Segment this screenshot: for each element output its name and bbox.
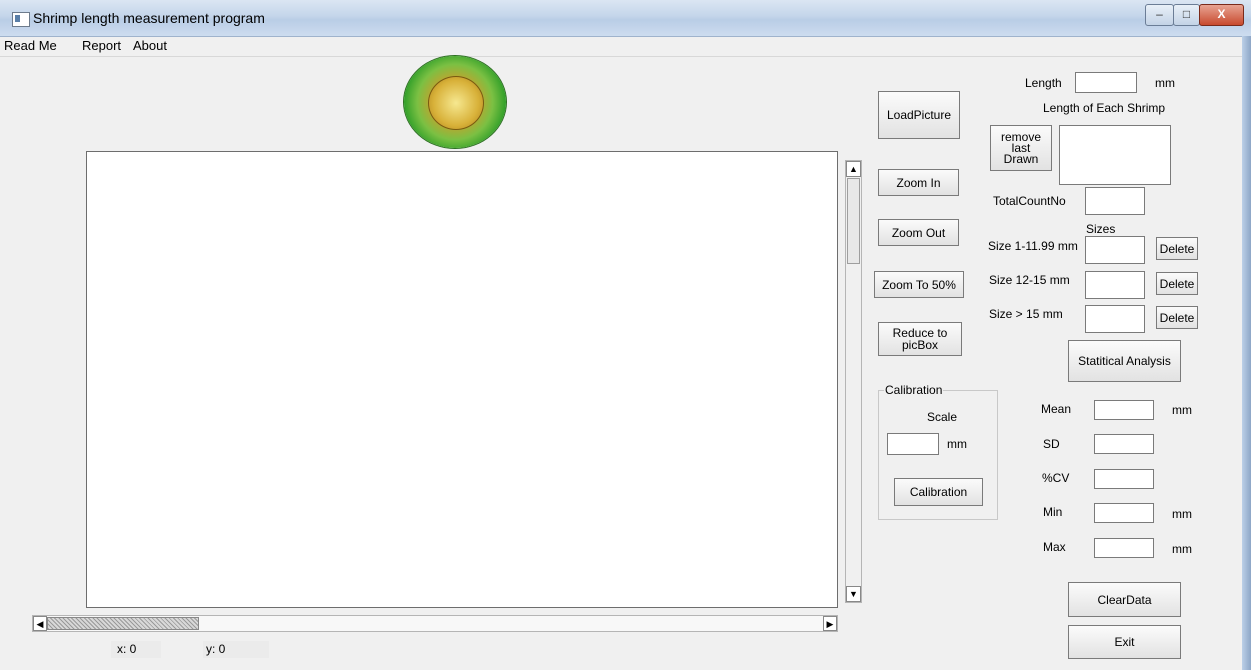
total-count-input[interactable] xyxy=(1085,187,1145,215)
scale-unit: mm xyxy=(947,437,967,451)
sd-label: SD xyxy=(1043,437,1060,451)
length-input[interactable] xyxy=(1075,72,1137,93)
size-medium-delete-button[interactable]: Delete xyxy=(1156,272,1198,295)
exit-button[interactable]: Exit xyxy=(1068,625,1181,659)
app-window-icon xyxy=(12,12,30,27)
length-unit: mm xyxy=(1155,76,1175,90)
vertical-scroll-thumb[interactable] xyxy=(847,178,860,264)
vertical-scrollbar[interactable]: ▲ ▼ xyxy=(845,160,862,603)
x-coordinate-label: x: 0 xyxy=(117,642,137,656)
size-small-label: Size 1-11.99 mm xyxy=(988,239,1078,253)
sizes-heading: Sizes xyxy=(1086,222,1116,236)
horizontal-scroll-thumb[interactable] xyxy=(47,617,199,630)
length-each-shrimp-label: Length of Each Shrimp xyxy=(1043,101,1166,115)
size-medium-input[interactable] xyxy=(1085,271,1145,299)
zoom-to-50-label: Zoom To 50% xyxy=(882,277,956,292)
length-label: Length xyxy=(1025,76,1062,90)
mean-input[interactable] xyxy=(1094,400,1154,420)
menu-bar xyxy=(0,37,1251,57)
length-each-shrimp-list[interactable] xyxy=(1059,125,1171,185)
scale-label: Scale xyxy=(927,410,958,424)
size-large-label: Size > 15 mm xyxy=(989,307,1063,321)
max-unit: mm xyxy=(1172,542,1192,556)
scroll-left-arrow[interactable]: ◀ xyxy=(33,616,47,631)
close-button[interactable]: X xyxy=(1199,4,1244,26)
calibration-button[interactable]: Calibration xyxy=(894,478,983,506)
menu-report[interactable]: Report xyxy=(82,38,121,53)
scale-input[interactable] xyxy=(887,433,939,455)
clear-data-button[interactable]: ClearData xyxy=(1068,582,1181,617)
max-label: Max xyxy=(1043,540,1066,554)
size-medium-label: Size 12-15 mm xyxy=(989,273,1070,287)
min-unit: mm xyxy=(1172,507,1192,521)
size-small-input[interactable] xyxy=(1085,236,1145,264)
scroll-down-arrow[interactable]: ▼ xyxy=(846,586,861,602)
sd-input[interactable] xyxy=(1094,434,1154,454)
zoom-in-button[interactable]: Zoom In xyxy=(878,169,959,196)
zoom-to-50-button[interactable]: Zoom To 50% xyxy=(874,271,964,298)
window-right-border xyxy=(1242,36,1251,670)
y-coordinate-label: y: 0 xyxy=(206,642,226,656)
max-input[interactable] xyxy=(1094,538,1154,558)
cv-input[interactable] xyxy=(1094,469,1154,489)
zoom-out-button[interactable]: Zoom Out xyxy=(878,219,959,246)
load-picture-button[interactable]: LoadPicture xyxy=(878,91,960,139)
picture-box[interactable] xyxy=(86,151,838,608)
reduce-to-picbox-button[interactable]: Reduce to picBox xyxy=(878,322,962,356)
reduce-label-line2: picBox xyxy=(901,338,939,352)
mean-unit: mm xyxy=(1172,403,1192,417)
calibration-group-label: Calibration xyxy=(884,383,944,397)
min-input[interactable] xyxy=(1094,503,1154,523)
cv-label: %CV xyxy=(1042,471,1070,485)
size-large-input[interactable] xyxy=(1085,305,1145,333)
remove-label-line3: Drawn xyxy=(1003,151,1039,166)
minimize-button[interactable]: – xyxy=(1145,4,1174,26)
scroll-up-arrow[interactable]: ▲ xyxy=(846,161,861,177)
seal-emblem-icon xyxy=(428,76,484,130)
menu-read-me[interactable]: Read Me xyxy=(4,38,57,53)
window-title: Shrimp length measurement program xyxy=(33,10,265,26)
mean-label: Mean xyxy=(1041,402,1072,416)
statistical-analysis-button[interactable]: Statitical Analysis xyxy=(1068,340,1181,382)
remove-last-drawn-button[interactable]: remove last Drawn xyxy=(990,125,1052,171)
min-label: Min xyxy=(1043,505,1063,519)
horizontal-scrollbar[interactable]: ◀ ▶ xyxy=(32,615,838,632)
maximize-button[interactable]: □ xyxy=(1173,4,1200,26)
scroll-right-arrow[interactable]: ▶ xyxy=(823,616,837,631)
menu-about[interactable]: About xyxy=(133,38,167,53)
size-large-delete-button[interactable]: Delete xyxy=(1156,306,1198,329)
total-count-label: TotalCountNo xyxy=(993,194,1066,208)
size-small-delete-button[interactable]: Delete xyxy=(1156,237,1198,260)
